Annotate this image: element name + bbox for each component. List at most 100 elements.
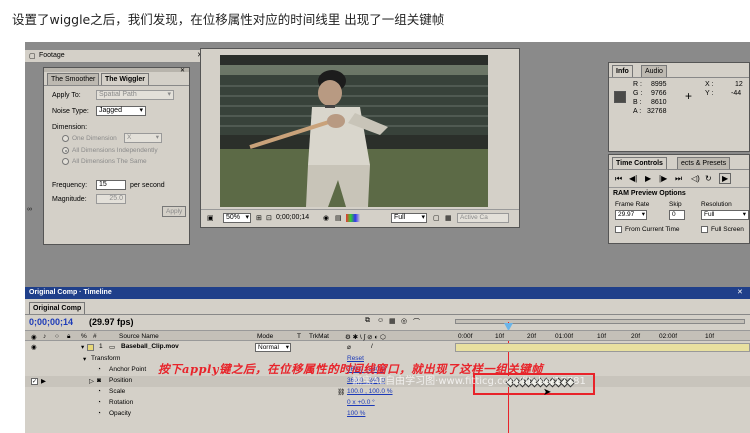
motion-blur-icon[interactable]: ◎	[401, 317, 407, 325]
from-current-time-checkbox[interactable]	[615, 226, 622, 233]
t-header[interactable]: T	[297, 333, 301, 340]
ruler-label-6: 02:00f	[659, 333, 678, 340]
property-value[interactable]: 0 x +0.0 °	[347, 399, 375, 406]
tab-wiggler[interactable]: The Wiggler	[101, 73, 149, 85]
ram-preview-icon[interactable]: ▶	[719, 173, 732, 184]
skip-input[interactable]: 0	[669, 210, 685, 220]
camera-dropdown[interactable]: Active Ca	[457, 213, 509, 223]
radio-all-same[interactable]	[62, 158, 69, 165]
magnitude-input[interactable]: 25.0	[96, 194, 126, 204]
safe-margins-icon[interactable]: ⊡	[266, 214, 272, 222]
tab-audio[interactable]: Audio	[641, 65, 667, 77]
layer-mode-dropdown[interactable]: Normal ▾	[255, 343, 291, 352]
noise-type-dropdown[interactable]: Jagged ▾	[96, 106, 146, 116]
x-label: X :	[705, 81, 714, 88]
frame-blend-icon[interactable]: ▦	[389, 317, 396, 325]
twirl-right-icon[interactable]: ▷	[89, 377, 94, 385]
trkmat-header[interactable]: TrkMat	[309, 333, 329, 340]
twirl-down-icon[interactable]: ▾	[81, 343, 84, 351]
layer-mode-value: Normal	[258, 344, 279, 351]
ruler-label-2: 20f	[527, 333, 537, 340]
viewer-toolbar: ▣ 50% ▾ ⊞ ⊡ 0;00;00;14 ◉ ▤ Full ▾ ▢ ▦ Acti…	[201, 209, 519, 227]
apply-to-dropdown[interactable]: Spatial Path ▾	[96, 90, 174, 100]
info-panel: Info Audio R : 8995 G : 9766 B : 8610 A …	[608, 62, 750, 152]
resolution-dropdown[interactable]: Full ▾	[701, 210, 749, 220]
close-icon[interactable]: ✕	[737, 288, 743, 296]
keyframe-nav-icon[interactable]: ▶	[41, 377, 46, 385]
tab-effects-presets[interactable]: ects & Presets	[677, 157, 731, 169]
property-name: Scale	[109, 388, 126, 395]
keyframe-checkbox[interactable]: ✓	[31, 378, 38, 385]
property-row-scale[interactable]: ◔ Scale ⛓ 100.0 , 100.0 %	[25, 387, 750, 398]
apply-to-label: Apply To:	[52, 92, 81, 99]
show-snapshot-icon[interactable]: ▤	[335, 214, 342, 222]
layer-duration-bar[interactable]	[455, 343, 750, 352]
stopwatch-icon[interactable]: ◔	[97, 366, 101, 373]
graph-icon[interactable]: ⌒	[413, 317, 420, 327]
property-value[interactable]: 100 %	[347, 410, 365, 417]
noise-type-label: Noise Type:	[52, 108, 89, 115]
ruler-label-5: 20f	[631, 333, 641, 340]
region-icon[interactable]: ▣	[207, 214, 214, 222]
link-icon[interactable]: ⛓	[337, 388, 345, 396]
tab-smoother[interactable]: The Smoother	[47, 73, 100, 85]
number-col-icon: #	[93, 333, 97, 340]
radio-all-independent[interactable]	[62, 147, 69, 154]
transparency-icon[interactable]: ▦	[445, 214, 452, 222]
binoculars-icon[interactable]: ∞	[27, 206, 32, 213]
shy-icon[interactable]: ☺	[377, 317, 384, 324]
ruler-label-0: 0:00f	[458, 333, 473, 340]
loop-icon[interactable]: ↻	[705, 174, 712, 183]
stopwatch-icon[interactable]: ◔	[97, 388, 101, 395]
timecode[interactable]: 0;00;00;14	[276, 214, 309, 221]
audio-icon[interactable]: ◁)	[691, 174, 700, 183]
ram-preview-title: RAM Preview Options	[613, 190, 686, 197]
stopwatch-icon[interactable]: ◔	[97, 410, 101, 417]
frequency-input[interactable]: 15	[96, 180, 126, 190]
tab-time-controls[interactable]: Time Controls	[612, 157, 667, 169]
transform-label: Transform	[91, 355, 121, 362]
tab-original-comp[interactable]: Original Comp	[29, 302, 86, 314]
property-row-opacity[interactable]: ◔ Opacity 100 %	[25, 409, 750, 420]
zoom-dropdown[interactable]: 50% ▾	[223, 213, 251, 223]
layer-row[interactable]: ◉ ▾ 1 ▭ Baseball_Clip.mov Normal ▾ ⌀ /	[25, 342, 750, 353]
stopwatch-active-icon[interactable]: ◙	[97, 377, 101, 384]
property-row-rotation[interactable]: ◔ Rotation 0 x +0.0 °	[25, 398, 750, 409]
one-dimension-dropdown[interactable]: X ▾	[124, 133, 162, 143]
r-value: 8995	[651, 81, 667, 88]
frame-rate-dropdown[interactable]: 29.97 ▾	[615, 210, 647, 220]
tab-info[interactable]: Info	[612, 65, 633, 77]
work-area-bar[interactable]	[455, 317, 750, 327]
apply-button[interactable]: Apply	[162, 206, 186, 217]
full-screen-checkbox[interactable]	[701, 226, 708, 233]
watermark-text: 翻宝AE自由学习图·www.fitticg.com/fitebo/17781	[352, 376, 586, 387]
next-frame-icon[interactable]: |▶	[659, 174, 667, 183]
mode-header[interactable]: Mode	[257, 333, 273, 340]
eye-icon[interactable]: ◉	[31, 343, 37, 351]
first-frame-icon[interactable]: ⏮	[615, 174, 622, 184]
play-icon[interactable]: ▶	[645, 174, 651, 183]
channel-icon[interactable]	[346, 214, 360, 222]
roi-icon[interactable]: ▢	[433, 214, 440, 222]
prev-frame-icon[interactable]: ◀|	[629, 174, 637, 183]
source-name-header[interactable]: Source Name	[119, 333, 159, 340]
twirl-down-icon[interactable]: ▾	[83, 355, 86, 363]
quality-switch-icon[interactable]: /	[371, 343, 373, 350]
property-value[interactable]: 100.0 , 100.0 %	[347, 388, 393, 395]
stopwatch-icon[interactable]: ◔	[97, 399, 101, 406]
close-icon[interactable]: ✕	[180, 67, 185, 74]
resolution-dropdown[interactable]: Full ▾	[391, 213, 427, 223]
color-swatch	[614, 91, 626, 103]
radio-one-dimension[interactable]	[62, 135, 69, 142]
comp-button-icon[interactable]: ⧉	[365, 317, 370, 325]
snapshot-icon[interactable]: ◉	[323, 214, 329, 222]
label-color[interactable]	[87, 344, 94, 351]
quality-icon[interactable]: ⌀	[347, 343, 351, 351]
timeline-timecode[interactable]: 0;00;00;14	[29, 317, 73, 327]
last-frame-icon[interactable]: ⏭	[675, 174, 682, 184]
grid-icon[interactable]: ⊞	[256, 214, 262, 222]
panel-grip[interactable]	[44, 68, 189, 72]
video-frame[interactable]	[220, 55, 488, 207]
layer-name[interactable]: Baseball_Clip.mov	[121, 343, 179, 350]
apply-to-value: Spatial Path	[99, 91, 137, 98]
